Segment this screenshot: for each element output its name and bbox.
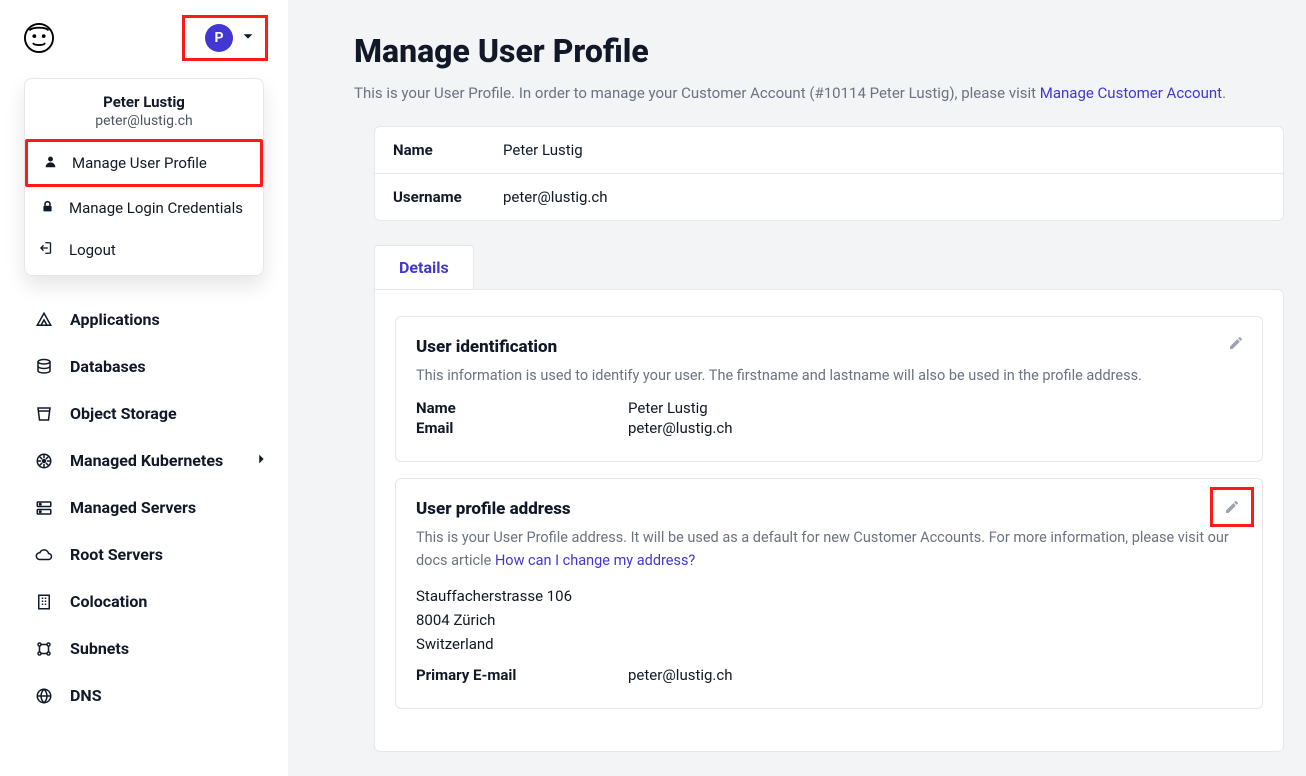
address-block: Stauffacherstrasse 106 8004 Zürich Switz… <box>416 584 1242 656</box>
applications-icon <box>34 311 54 329</box>
manage-customer-account-link[interactable]: Manage Customer Account <box>1040 84 1222 102</box>
sidebar-item-applications[interactable]: Applications <box>0 296 288 343</box>
chevron-right-icon <box>254 451 268 470</box>
address-line: 8004 Zürich <box>416 608 1242 632</box>
card-user-identification: User identification This information is … <box>395 316 1263 462</box>
sidebar-item-dns[interactable]: DNS <box>0 672 288 719</box>
cloud-icon <box>34 546 54 564</box>
card-heading: User profile address <box>416 499 1242 519</box>
dropdown-email: peter@lustig.ch <box>35 113 253 129</box>
logout-icon <box>39 241 55 259</box>
chevron-down-icon <box>241 29 255 47</box>
sidebar-item-label: Colocation <box>70 592 147 611</box>
kv-email: Email peter@lustig.ch <box>416 419 1242 437</box>
summary-value: peter@lustig.ch <box>503 188 608 206</box>
sidebar-item-label: Subnets <box>70 639 129 658</box>
sidebar-item-label: Root Servers <box>70 545 163 564</box>
user-dropdown: Peter Lustig peter@lustig.ch Manage User… <box>24 78 264 276</box>
sidebar-item-databases[interactable]: Databases <box>0 343 288 390</box>
tabbar: Details <box>374 245 1284 289</box>
page-subtitle: This is your User Profile. In order to m… <box>354 84 1284 102</box>
summary-label: Username <box>393 188 503 206</box>
address-line: Stauffacherstrasse 106 <box>416 584 1242 608</box>
kubernetes-icon <box>34 452 54 470</box>
card-user-address: User profile address This is your User P… <box>395 478 1263 709</box>
sidebar-item-object-storage[interactable]: Object Storage <box>0 390 288 437</box>
bucket-icon <box>34 405 54 423</box>
sidebar-item-root-servers[interactable]: Root Servers <box>0 531 288 578</box>
sidebar: P Peter Lustig peter@lustig.ch Manage Us… <box>0 0 288 776</box>
summary-label: Name <box>393 141 503 159</box>
sidebar-item-managed-servers[interactable]: Managed Servers <box>0 484 288 531</box>
user-icon <box>42 155 58 172</box>
address-line: Switzerland <box>416 632 1242 656</box>
card-description: This information is used to identify you… <box>416 365 1242 387</box>
dropdown-item-label: Manage User Profile <box>72 154 207 172</box>
dropdown-item-label: Manage Login Credentials <box>69 199 243 217</box>
kv-value: peter@lustig.ch <box>628 419 733 437</box>
page-title: Manage User Profile <box>354 32 1284 70</box>
subnets-icon <box>34 640 54 658</box>
kv-primary-email: Primary E-mail peter@lustig.ch <box>416 666 1242 684</box>
tab-details[interactable]: Details <box>374 245 474 289</box>
logo-icon <box>24 23 54 53</box>
edit-address-button[interactable] <box>1210 487 1254 527</box>
dropdown-item-login-credentials[interactable]: Manage Login Credentials <box>25 187 263 229</box>
kv-value: Peter Lustig <box>628 399 708 417</box>
card-heading: User identification <box>416 337 1242 357</box>
card-description: This is your User Profile address. It wi… <box>416 527 1242 572</box>
summary-row-name: Name Peter Lustig <box>375 127 1283 174</box>
avatar-trigger[interactable]: P <box>182 15 268 61</box>
sidebar-item-label: Managed Servers <box>70 498 196 517</box>
sidebar-nav: Applications Databases Object Storage Ma… <box>0 296 288 719</box>
kv-name: Name Peter Lustig <box>416 399 1242 417</box>
sidebar-item-subnets[interactable]: Subnets <box>0 625 288 672</box>
dropdown-name: Peter Lustig <box>35 93 253 111</box>
sidebar-item-label: Object Storage <box>70 404 177 423</box>
kv-label: Primary E-mail <box>416 666 628 684</box>
sidebar-item-label: Managed Kubernetes <box>70 451 223 470</box>
summary-row-username: Username peter@lustig.ch <box>375 174 1283 220</box>
tab-details-body: User identification This information is … <box>374 289 1284 752</box>
edit-identification-button[interactable] <box>1224 331 1248 355</box>
subtitle-suffix: . <box>1222 84 1226 102</box>
avatar: P <box>205 24 233 52</box>
dropdown-item-label: Logout <box>69 241 116 259</box>
kv-value: peter@lustig.ch <box>628 666 733 684</box>
kv-label: Name <box>416 399 628 417</box>
dropdown-item-logout[interactable]: Logout <box>25 229 263 271</box>
sidebar-item-label: Applications <box>70 310 160 329</box>
change-address-docs-link[interactable]: How can I change my address? <box>495 552 695 569</box>
sidebar-item-colocation[interactable]: Colocation <box>0 578 288 625</box>
summary-table: Name Peter Lustig Username peter@lustig.… <box>374 126 1284 221</box>
building-icon <box>34 593 54 611</box>
summary-value: Peter Lustig <box>503 141 583 159</box>
dropdown-item-manage-profile[interactable]: Manage User Profile <box>25 139 263 187</box>
sidebar-item-label: Databases <box>70 357 146 376</box>
kv-label: Email <box>416 419 628 437</box>
subtitle-text: This is your User Profile. In order to m… <box>354 84 1040 102</box>
lock-icon <box>39 200 55 217</box>
main: Manage User Profile This is your User Pr… <box>288 0 1306 776</box>
database-icon <box>34 358 54 376</box>
sidebar-header: P <box>0 0 288 70</box>
sidebar-item-kubernetes[interactable]: Managed Kubernetes <box>0 437 288 484</box>
globe-icon <box>34 687 54 705</box>
dropdown-header: Peter Lustig peter@lustig.ch <box>25 79 263 139</box>
server-icon <box>34 499 54 517</box>
sidebar-item-label: DNS <box>70 686 102 705</box>
